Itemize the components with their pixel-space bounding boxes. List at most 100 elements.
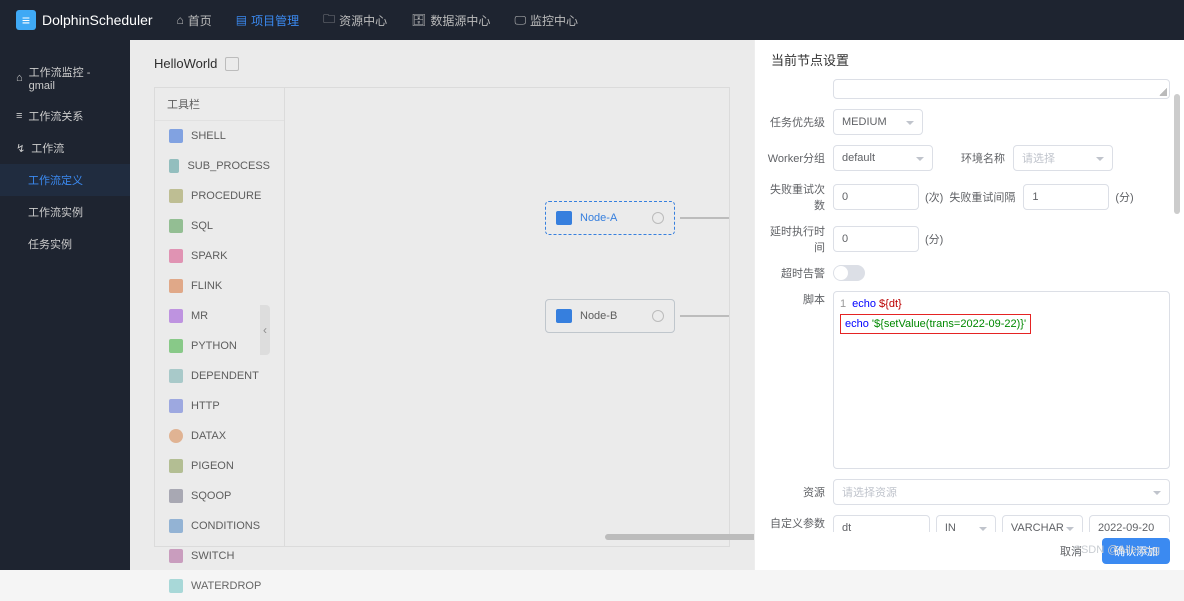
param1-dir-select[interactable]: IN: [936, 515, 996, 532]
scrollbar-thumb[interactable]: [1174, 94, 1180, 214]
script-editor[interactable]: 1echo ${dt} echo '${setValue(trans=2022-…: [833, 291, 1170, 469]
nav-resource[interactable]: 🗀资源中心: [323, 10, 387, 31]
panel-title: 当前节点设置: [755, 40, 1184, 79]
tool-http[interactable]: HTTP: [155, 391, 284, 421]
mr-icon: [169, 309, 183, 323]
tool-shell[interactable]: SHELL: [155, 121, 284, 151]
sidebar-workflow-instance[interactable]: 工作流实例: [0, 196, 130, 228]
datax-icon: [169, 429, 183, 443]
node-a[interactable]: Node-A: [545, 201, 675, 235]
fail-retry-count-input[interactable]: 0: [833, 184, 919, 210]
folder-icon: ▤: [236, 13, 247, 27]
resize-handle-icon[interactable]: [1159, 88, 1167, 96]
conditions-icon: [169, 519, 183, 533]
worker-group-select[interactable]: default: [833, 145, 933, 171]
workflow-name: HelloWorld: [154, 56, 217, 71]
sidebar-relation[interactable]: ≡ 工作流关系: [0, 100, 130, 132]
home-icon: ⌂: [177, 13, 184, 27]
param-label: 自定义参数: [763, 515, 833, 531]
http-icon: [169, 399, 183, 413]
env-select[interactable]: 请选择: [1013, 145, 1113, 171]
timeout-label: 超时告警: [763, 265, 833, 281]
tool-datax[interactable]: DATAX: [155, 421, 284, 451]
unit-ci: (次): [925, 189, 943, 205]
sqoop-icon: [169, 489, 183, 503]
desc-textarea[interactable]: [833, 79, 1170, 99]
dependent-icon: [169, 369, 183, 383]
waterdrop-icon: [169, 579, 183, 593]
sidebar-task-instance[interactable]: 任务实例: [0, 228, 130, 260]
procedure-icon: [169, 189, 183, 203]
workspace: 工具栏 SHELL SUB_PROCESS PROCEDURE SQL SPAR…: [154, 87, 730, 547]
brand-text: DolphinScheduler: [42, 12, 153, 28]
env-label: 环境名称: [933, 150, 1013, 166]
tool-flink[interactable]: FLINK: [155, 271, 284, 301]
script-label: 脚本: [763, 291, 833, 307]
tool-dependent[interactable]: DEPENDENT: [155, 361, 284, 391]
shell-icon: [169, 129, 183, 143]
priority-select[interactable]: MEDIUM: [833, 109, 923, 135]
toolbox-collapse-handle[interactable]: ‹: [260, 305, 270, 355]
toolbox-header: 工具栏: [155, 88, 284, 121]
tool-waterdrop[interactable]: WATERDROP: [155, 571, 284, 601]
tool-sql[interactable]: SQL: [155, 211, 284, 241]
dag-canvas[interactable]: Node-A Node-B Node-C: [285, 88, 729, 546]
unit-fen: (分): [1115, 189, 1133, 205]
delay-label: 延时执行时间: [763, 223, 833, 255]
folder-icon: 🗀: [323, 10, 335, 31]
gear-icon[interactable]: [652, 212, 664, 224]
sidebar-workflow[interactable]: ↯ 工作流: [0, 132, 130, 164]
unit-fen2: (分): [925, 231, 943, 247]
fail-retry-interval-input[interactable]: 1: [1023, 184, 1109, 210]
watermark-text: CSDN @Allenzyg: [1073, 544, 1160, 556]
nav-home[interactable]: ⌂首页: [177, 10, 212, 31]
left-sidebar: ⌂ 工作流监控 - gmail ≡ 工作流关系 ↯ 工作流 工作流定义 工作流实…: [0, 40, 130, 570]
tool-switch[interactable]: SWITCH: [155, 541, 284, 571]
copy-icon[interactable]: [225, 57, 239, 71]
shell-icon: [556, 211, 572, 225]
sidebar-monitor-gmail[interactable]: ⌂ 工作流监控 - gmail: [0, 56, 130, 100]
shell-icon: [556, 309, 572, 323]
param1-value-input[interactable]: 2022-09-20: [1089, 515, 1170, 532]
pigeon-icon: [169, 459, 183, 473]
resource-select[interactable]: 请选择资源: [833, 479, 1170, 505]
fail-retry-count-label: 失败重试次数: [763, 181, 833, 213]
delay-input[interactable]: 0: [833, 226, 919, 252]
database-icon: 🗄: [411, 13, 426, 27]
spark-icon: [169, 249, 183, 263]
sidebar-workflow-def[interactable]: 工作流定义: [0, 164, 130, 196]
param1-type-select[interactable]: VARCHAR: [1002, 515, 1083, 532]
param1-name-input[interactable]: dt: [833, 515, 930, 532]
tool-spark[interactable]: SPARK: [155, 241, 284, 271]
top-nav: ≡ DolphinScheduler ⌂首页 ▤项目管理 🗀资源中心 🗄数据源中…: [0, 0, 1184, 40]
node-settings-panel: 当前节点设置 任务优先级 MEDIUM Worker分组 default 环境名…: [754, 40, 1184, 570]
tool-sub-process[interactable]: SUB_PROCESS: [155, 151, 284, 181]
nav-datasource[interactable]: 🗄数据源中心: [411, 10, 490, 31]
code-highlight-box: echo '${setValue(trans=2022-09-22)}': [840, 314, 1031, 335]
tool-sqoop[interactable]: SQOOP: [155, 481, 284, 511]
flink-icon: [169, 279, 183, 293]
tool-conditions[interactable]: CONDITIONS: [155, 511, 284, 541]
subprocess-icon: [169, 159, 179, 173]
python-icon: [169, 339, 183, 353]
breadcrumb: HelloWorld: [154, 56, 730, 71]
logo-icon: ≡: [16, 10, 36, 30]
nav-project[interactable]: ▤项目管理: [236, 10, 299, 31]
gear-icon[interactable]: [652, 310, 664, 322]
timeout-switch[interactable]: [833, 265, 865, 281]
panel-scrollbar[interactable]: [1174, 84, 1180, 534]
node-b[interactable]: Node-B: [545, 299, 675, 333]
logo[interactable]: ≡ DolphinScheduler: [16, 10, 153, 30]
tool-pigeon[interactable]: PIGEON: [155, 451, 284, 481]
fail-retry-interval-label: 失败重试间隔: [943, 189, 1023, 205]
worker-group-label: Worker分组: [763, 150, 833, 166]
nav-monitor[interactable]: 🖵监控中心: [514, 10, 578, 31]
sql-icon: [169, 219, 183, 233]
switch-icon: [169, 549, 183, 563]
monitor-icon: 🖵: [514, 13, 526, 28]
priority-label: 任务优先级: [763, 114, 833, 130]
tool-procedure[interactable]: PROCEDURE: [155, 181, 284, 211]
main-area: HelloWorld 工具栏 SHELL SUB_PROCESS PROCEDU…: [130, 40, 754, 570]
param-row-1: dt IN VARCHAR 2022-09-20: [833, 515, 1170, 532]
resource-label: 资源: [763, 484, 833, 500]
